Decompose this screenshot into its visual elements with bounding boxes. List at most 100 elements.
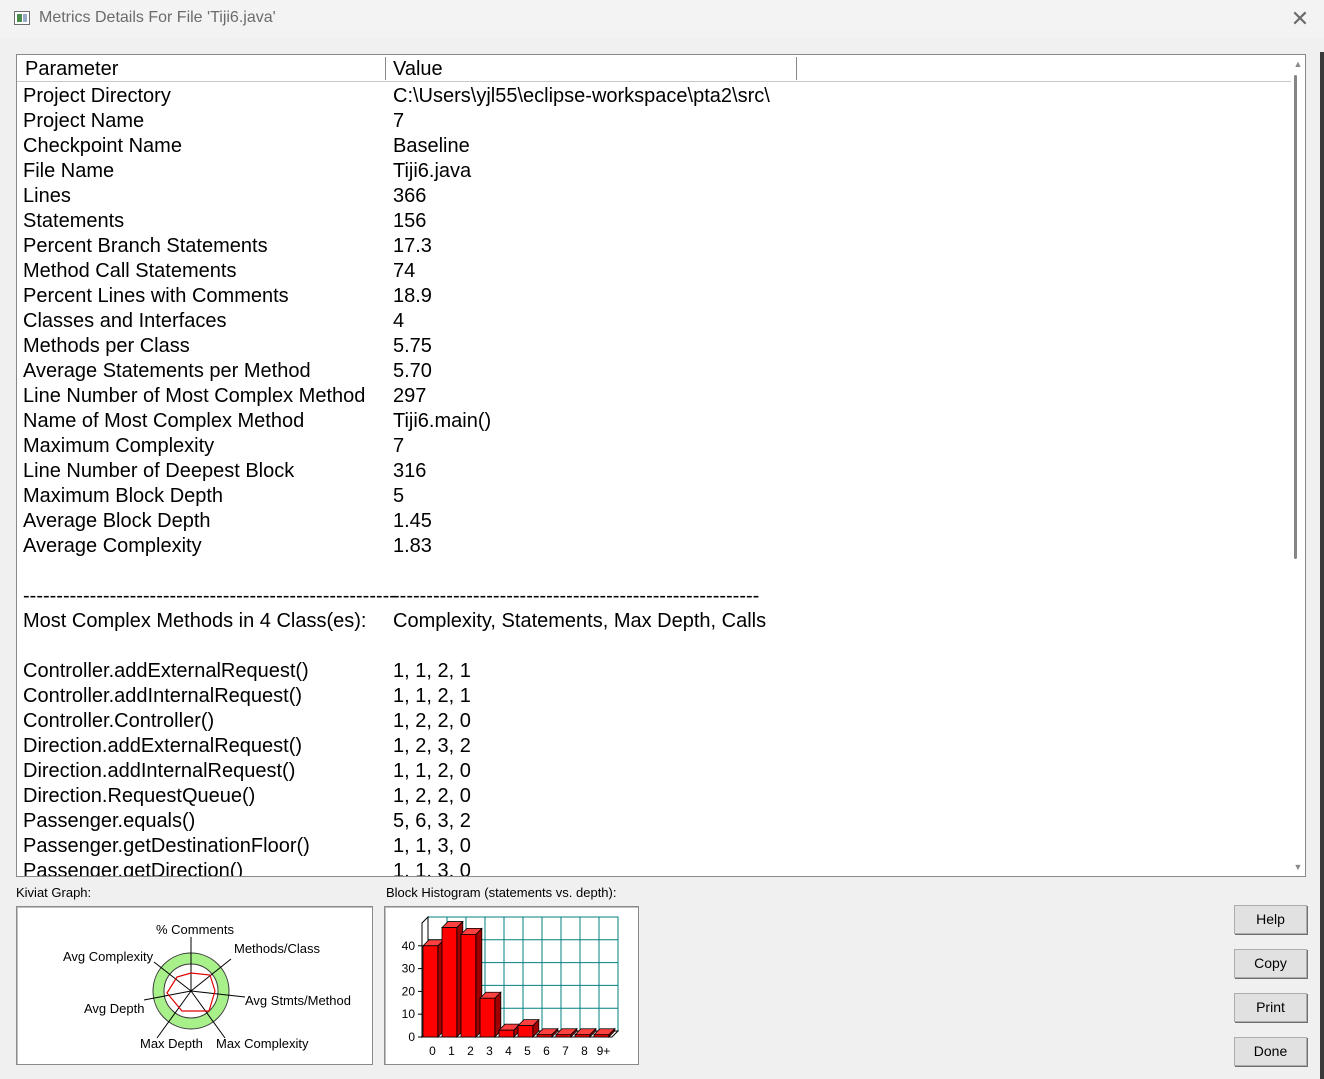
table-row[interactable]: Method Call Statements 74 [17,259,1292,284]
row-value: 7 [393,435,405,457]
histogram-x-tick-label: 4 [505,1044,512,1058]
window-title: Metrics Details For File 'Tiji6.java' [39,9,276,26]
table-row[interactable]: Statements 156 [17,209,1292,234]
scrollbar-thumb[interactable] [1294,75,1297,559]
vertical-scrollbar[interactable]: ▲ ▼ [1291,55,1305,876]
table-row[interactable]: Controller.addInternalRequest() 1, 1, 2, … [17,684,1292,709]
kiviat-graph: % Comments Methods/Class Avg Stmts/Metho… [16,906,373,1065]
table-row[interactable]: Classes and Interfaces 4 [17,309,1292,334]
row-parameter: Project Directory [23,85,171,107]
histogram-x-tick-label: 2 [467,1044,474,1058]
copy-button[interactable]: Copy [1234,949,1307,978]
table-row[interactable] [17,559,1292,584]
row-parameter: Passenger.getDestinationFloor() [23,835,310,857]
row-parameter: Average Complexity [23,535,202,557]
close-icon[interactable]: ✕ [1286,6,1314,32]
table-row[interactable]: Passenger.getDestinationFloor() 1, 1, 3, … [17,834,1292,859]
table-row[interactable]: Name of Most Complex Method Tiji6.main() [17,409,1292,434]
row-parameter: Line Number of Deepest Block [23,460,295,482]
row-value: Complexity, Statements, Max Depth, Calls [393,610,767,632]
table-row[interactable]: ----------------------------------------… [17,584,1292,609]
table-row[interactable]: Project Directory C:\Users\yjl55\eclipse-… [17,84,1292,109]
kiviat-axis-max-complexity: Max Complexity [216,1036,309,1051]
kiviat-axis-comments: % Comments [156,922,235,937]
scroll-down-icon[interactable]: ▼ [1291,860,1305,874]
table-row[interactable]: Average Statements per Method 5.70 [17,359,1292,384]
row-value: ----------------------------------------… [393,585,760,607]
row-parameter: Percent Branch Statements [23,235,268,257]
table-row[interactable]: Project Name 7 [17,109,1292,134]
row-value: 5, 6, 3, 2 [393,810,471,832]
row-value: 18.9 [393,285,432,307]
table-row[interactable]: Average Block Depth 1.45 [17,509,1292,534]
row-parameter: ----------------------------------------… [23,585,396,607]
table-row[interactable]: Line Number of Most Complex Method 297 [17,384,1292,409]
table-row[interactable]: Maximum Complexity 7 [17,434,1292,459]
metrics-rows: Project Directory C:\Users\yjl55\eclipse-… [17,84,1292,877]
row-value: 1.83 [393,535,432,557]
row-value: 5.75 [393,335,432,357]
row-parameter: Direction.addInternalRequest() [23,760,296,782]
print-button[interactable]: Print [1234,993,1307,1022]
table-row[interactable]: Lines 366 [17,184,1292,209]
row-parameter: Direction.addExternalRequest() [23,735,303,757]
row-value: 1, 2, 3, 2 [393,735,471,757]
metrics-list[interactable]: Parameter Value Project Directory C:\User… [16,54,1306,877]
row-value: 297 [393,385,427,407]
row-parameter: Passenger.getDirection() [23,860,244,877]
table-row[interactable]: Direction.addInternalRequest() 1, 1, 2, 0 [17,759,1292,784]
kiviat-axis-max-depth: Max Depth [140,1036,203,1051]
table-row[interactable]: Average Complexity 1.83 [17,534,1292,559]
row-value: 156 [393,210,427,232]
table-row[interactable]: File Name Tiji6.java [17,159,1292,184]
row-parameter: Checkpoint Name [23,135,182,157]
row-value: 366 [393,185,427,207]
table-row[interactable]: Direction.addExternalRequest() 1, 2, 3, 2 [17,734,1292,759]
table-row[interactable]: Passenger.equals() 5, 6, 3, 2 [17,809,1292,834]
table-row[interactable]: Line Number of Deepest Block 316 [17,459,1292,484]
table-row[interactable]: Percent Lines with Comments 18.9 [17,284,1292,309]
row-value: 5.70 [393,360,432,382]
kiviat-axis-avg-depth: Avg Depth [84,1001,145,1016]
row-parameter: File Name [23,160,115,182]
table-row[interactable]: Percent Branch Statements 17.3 [17,234,1292,259]
row-parameter: Passenger.equals() [23,810,196,832]
table-row[interactable]: Checkpoint Name Baseline [17,134,1292,159]
row-value: 7 [393,110,405,132]
table-row[interactable]: Most Complex Methods in 4 Class(es): Comp… [17,609,1292,634]
table-row[interactable]: Passenger.getDirection() 1, 1, 3, 0 [17,859,1292,877]
row-value: 1, 1, 2, 0 [393,760,471,782]
histogram-chart: 0102030400 1 2 3 4 5 6 7 8 9+ [402,915,620,1058]
title-bar: Metrics Details For File 'Tiji6.java' ✕ [0,0,1324,38]
histogram-x-tick-label: 7 [562,1044,569,1058]
table-row[interactable]: Controller.Controller() 1, 2, 2, 0 [17,709,1292,734]
column-header-value[interactable]: Value [386,57,797,80]
table-row[interactable]: Methods per Class 5.75 [17,334,1292,359]
table-row[interactable]: Maximum Block Depth 5 [17,484,1292,509]
background-window-edge [1320,52,1324,1079]
column-header-parameter[interactable]: Parameter [18,57,386,80]
histogram-bar [460,927,483,1038]
histogram-x-tick-label: 0 [429,1044,436,1058]
histogram-bar [517,1018,540,1038]
table-row[interactable]: Direction.RequestQueue() 1, 2, 2, 0 [17,784,1292,809]
scroll-up-icon[interactable]: ▲ [1291,57,1305,71]
table-row[interactable] [17,634,1292,659]
histogram-y-tick-label: 10 [402,1007,416,1021]
table-row[interactable]: Controller.addExternalRequest() 1, 1, 2, … [17,659,1292,684]
help-button[interactable]: Help [1234,905,1307,934]
done-button[interactable]: Done [1234,1037,1307,1066]
kiviat-axis-avg-complexity: Avg Complexity [63,949,154,964]
histogram-x-tick-label: 8 [581,1044,588,1058]
block-histogram: 0 10 20 30 40 0 1 2 3 4 5 6 7 8 9+ [384,906,639,1065]
list-header: Parameter Value [17,55,1292,82]
row-parameter: Line Number of Most Complex Method [23,385,366,407]
row-value: 1, 2, 2, 0 [393,710,471,732]
histogram-x-tick-label: 3 [486,1044,493,1058]
row-value: Tiji6.main() [393,410,492,432]
histogram-bar [479,991,502,1038]
histogram-y-tick-label: 20 [402,984,416,998]
kiviat-axis-methods-class: Methods/Class [234,941,320,956]
histogram-x-tick-label: 9+ [597,1044,611,1058]
row-value: 1, 1, 2, 1 [393,660,471,682]
